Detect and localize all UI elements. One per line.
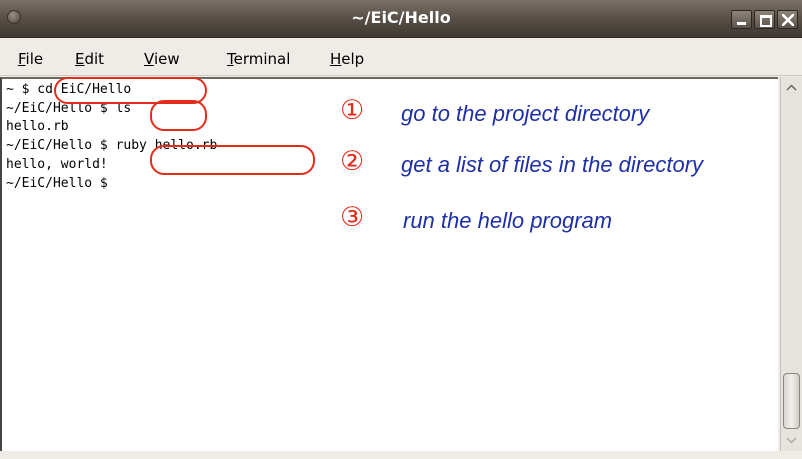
terminal-line: ~/EiC/Hello $ [6,176,108,191]
annotation-text-3: run the hello program [403,208,613,233]
terminal-window: ~/EiC/Hello File Edit View Terminal Help… [0,0,802,459]
menu-terminal[interactable]: Terminal [227,50,290,68]
annotation-text-2: get a list of files in the directory [401,152,704,177]
highlight-oval-ls [150,100,207,131]
terminal-output[interactable]: ~ $ cd EiC/Hello ~/EiC/Hello $ ls hello.… [0,77,778,451]
minimize-button[interactable] [731,10,752,29]
maximize-button[interactable] [754,10,775,29]
scroll-up-button[interactable] [781,77,802,99]
annotation-number-3: ③ [340,202,365,233]
title-bar[interactable]: ~/EiC/Hello [0,0,802,38]
chevron-down-icon [786,437,797,444]
chevron-up-icon [786,84,797,91]
menu-file[interactable]: File [18,50,43,68]
menu-edit[interactable]: Edit [75,50,104,68]
menu-view[interactable]: View [144,50,180,68]
scroll-down-button[interactable] [781,429,802,451]
vertical-scrollbar[interactable] [780,77,802,451]
close-icon [782,14,794,26]
menu-bar: File Edit View Terminal Help [0,38,802,76]
close-button[interactable] [777,10,798,29]
annotation-number-2: ② [340,146,365,177]
window-bottom-border [0,451,802,459]
menu-help[interactable]: Help [330,50,364,68]
annotation-text-1: go to the project directory [401,101,650,126]
highlight-oval-ruby [150,145,315,175]
annotation-number-1: ① [340,95,365,126]
terminal-line: hello, world! [6,157,108,172]
scroll-thumb[interactable] [783,373,800,429]
terminal-line: hello.rb [6,119,69,134]
window-title: ~/EiC/Hello [351,8,451,27]
